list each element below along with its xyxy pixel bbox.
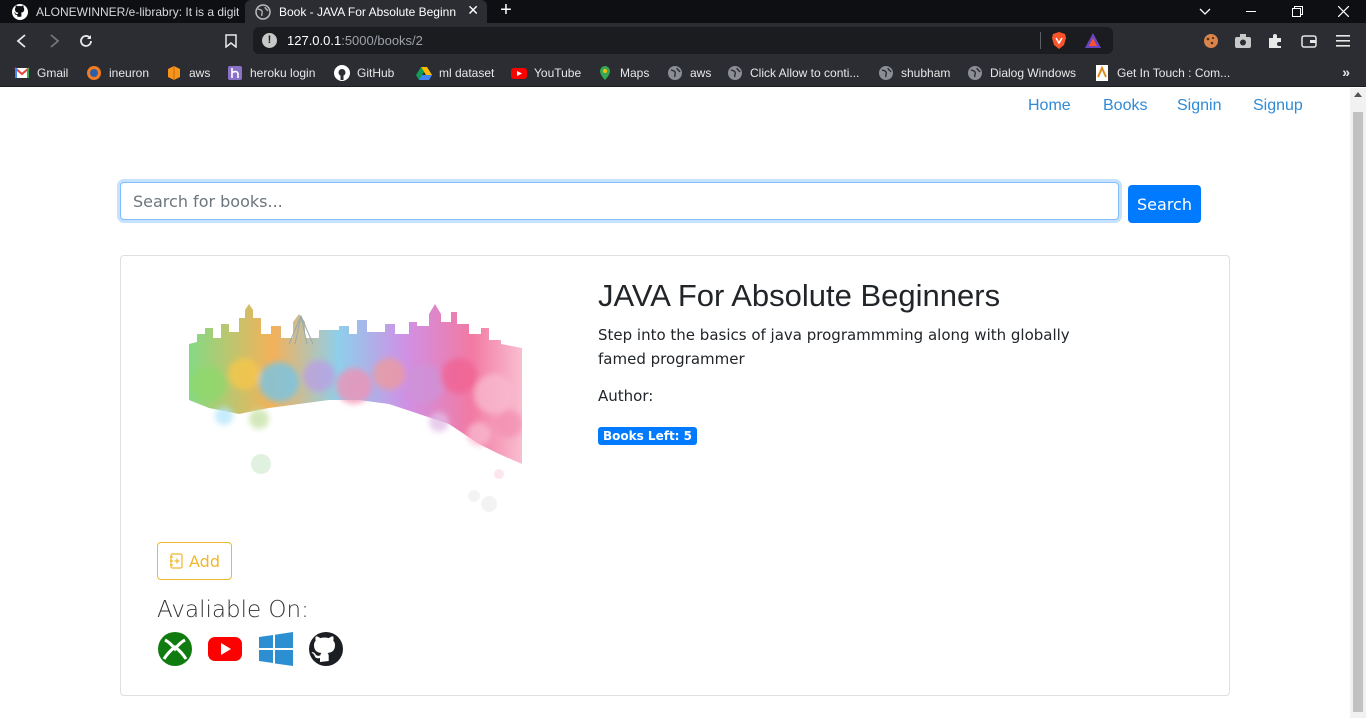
scroll-thumb[interactable] (1353, 112, 1363, 712)
bookmark-aws[interactable]: aws (166, 65, 210, 81)
bookmark-ineuron[interactable]: ineuron (86, 65, 149, 81)
extensions-icon[interactable] (1263, 29, 1287, 53)
add-button-label: Add (189, 551, 220, 571)
bookmark-youtube[interactable]: YouTube (511, 65, 581, 81)
book-card: JAVA For Absolute Beginners Step into th… (120, 255, 1230, 696)
book-author: Author: (598, 387, 654, 405)
book-title: JAVA For Absolute Beginners (598, 278, 1001, 313)
drive-icon (416, 67, 432, 80)
tab-strip: ALONEWINNER/e-librabry: It is a digit Bo… (0, 0, 1366, 23)
books-left-badge: Books Left: 5 (598, 427, 698, 445)
github-icon[interactable] (308, 631, 344, 667)
tab-title: ALONEWINNER/e-librabry: It is a digit (36, 4, 240, 19)
brave-rewards-icon[interactable] (1085, 33, 1101, 48)
aws-icon (168, 66, 180, 80)
brave-shield-icon[interactable] (1051, 32, 1067, 49)
forward-button[interactable] (42, 29, 66, 53)
bookmarks-bar: Gmail ineuron aws heroku login GitHub ml… (0, 59, 1366, 87)
globe-icon (968, 66, 982, 80)
maps-icon (600, 66, 610, 80)
page-viewport: Home Books Signin Signup Search for book… (0, 88, 1366, 718)
add-button[interactable]: Add (157, 542, 232, 580)
tab-search-icon[interactable] (1182, 0, 1228, 23)
restore-button[interactable] (1274, 0, 1320, 23)
xbox-icon[interactable] (157, 631, 193, 667)
bookmark-shubham[interactable]: shubham (878, 65, 950, 81)
ineuron-icon (87, 66, 101, 80)
search-button[interactable]: Search (1128, 185, 1201, 223)
minimize-button[interactable] (1228, 0, 1274, 23)
address-bar[interactable]: ! 127.0.0.1:5000/books/2 (253, 27, 1113, 54)
book-cover-image (189, 304, 522, 512)
bookmark-click-allow[interactable]: Click Allow to conti... (727, 65, 859, 81)
bookmark-heroku[interactable]: heroku login (227, 65, 315, 81)
heroku-icon (228, 66, 242, 80)
youtube-icon (511, 68, 527, 79)
tab-github[interactable]: ALONEWINNER/e-librabry: It is a digit (0, 0, 243, 23)
tab-book-active[interactable]: Book - JAVA For Absolute Beginn ✕ (245, 0, 487, 23)
globe-icon (668, 66, 682, 80)
nav-books[interactable]: Books (1103, 97, 1147, 115)
nav-signin[interactable]: Signin (1177, 97, 1221, 115)
bookmark-icon[interactable] (219, 29, 243, 53)
more-bookmarks-icon[interactable]: » (1342, 64, 1350, 80)
nav-signup[interactable]: Signup (1253, 97, 1303, 115)
site-info-icon[interactable]: ! (262, 33, 277, 48)
bookmark-ml-dataset[interactable]: ml dataset (416, 65, 494, 81)
bookmark-github[interactable]: GitHub (334, 65, 394, 81)
page-icon (1096, 65, 1108, 81)
windows-icon[interactable] (258, 631, 294, 667)
search-input[interactable] (120, 182, 1119, 220)
omnibox-divider (1040, 32, 1041, 49)
close-window-button[interactable] (1320, 0, 1366, 23)
browser-toolbar: ! 127.0.0.1:5000/books/2 (0, 23, 1366, 59)
wallet-icon[interactable] (1297, 29, 1321, 53)
cookie-icon[interactable] (1199, 29, 1223, 53)
camera-icon[interactable] (1231, 29, 1255, 53)
globe-icon (728, 66, 742, 80)
bookmark-get-in-touch[interactable]: Get In Touch : Com... (1094, 65, 1230, 81)
page-scrollbar[interactable] (1350, 88, 1366, 718)
globe-icon (255, 3, 271, 20)
scroll-up-arrow-icon[interactable] (1354, 92, 1362, 97)
menu-icon[interactable] (1331, 29, 1355, 53)
journal-plus-icon (170, 553, 183, 569)
available-on-label: Avaliable On: (157, 597, 309, 623)
nav-home[interactable]: Home (1028, 97, 1071, 115)
bookmark-dialog-windows[interactable]: Dialog Windows (967, 65, 1076, 81)
bookmark-maps[interactable]: Maps (597, 65, 649, 81)
bookmark-gmail[interactable]: Gmail (14, 65, 68, 81)
bookmark-aws-2[interactable]: aws (667, 65, 711, 81)
new-tab-button[interactable]: + (495, 0, 517, 23)
globe-icon (879, 66, 893, 80)
close-tab-icon[interactable]: ✕ (467, 2, 479, 19)
back-button[interactable] (10, 29, 34, 53)
github-icon (334, 65, 350, 81)
tab-title: Book - JAVA For Absolute Beginn (279, 4, 456, 19)
youtube-icon[interactable] (207, 631, 243, 667)
github-icon (12, 3, 28, 20)
url-text: 127.0.0.1:5000/books/2 (287, 33, 423, 48)
gmail-icon (14, 67, 30, 78)
book-description: Step into the basics of java programmmin… (598, 326, 1070, 368)
reload-button[interactable] (74, 29, 98, 53)
